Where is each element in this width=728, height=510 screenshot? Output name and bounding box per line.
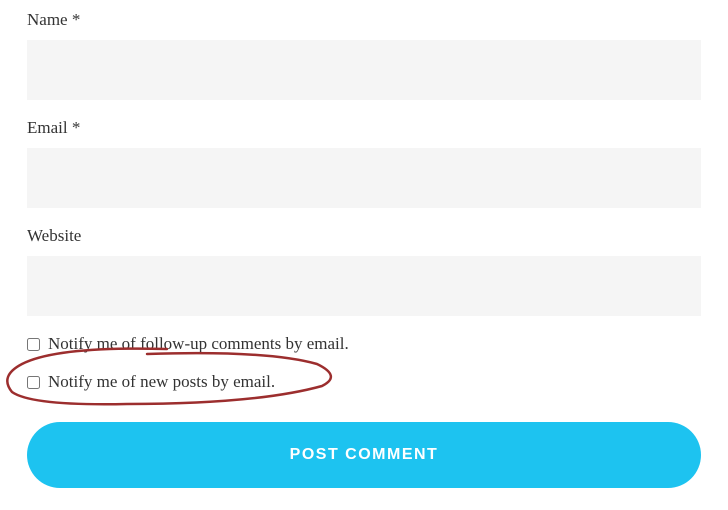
email-input[interactable] xyxy=(27,148,701,208)
name-input[interactable] xyxy=(27,40,701,100)
notify-comments-label: Notify me of follow-up comments by email… xyxy=(48,334,349,354)
notify-posts-checkbox[interactable] xyxy=(27,376,40,389)
email-label: Email * xyxy=(27,118,701,138)
name-label: Name * xyxy=(27,10,701,30)
notify-posts-label: Notify me of new posts by email. xyxy=(48,372,275,392)
notify-comments-checkbox[interactable] xyxy=(27,338,40,351)
website-label: Website xyxy=(27,226,701,246)
website-input[interactable] xyxy=(27,256,701,316)
post-comment-button[interactable]: POST COMMENT xyxy=(27,422,701,488)
